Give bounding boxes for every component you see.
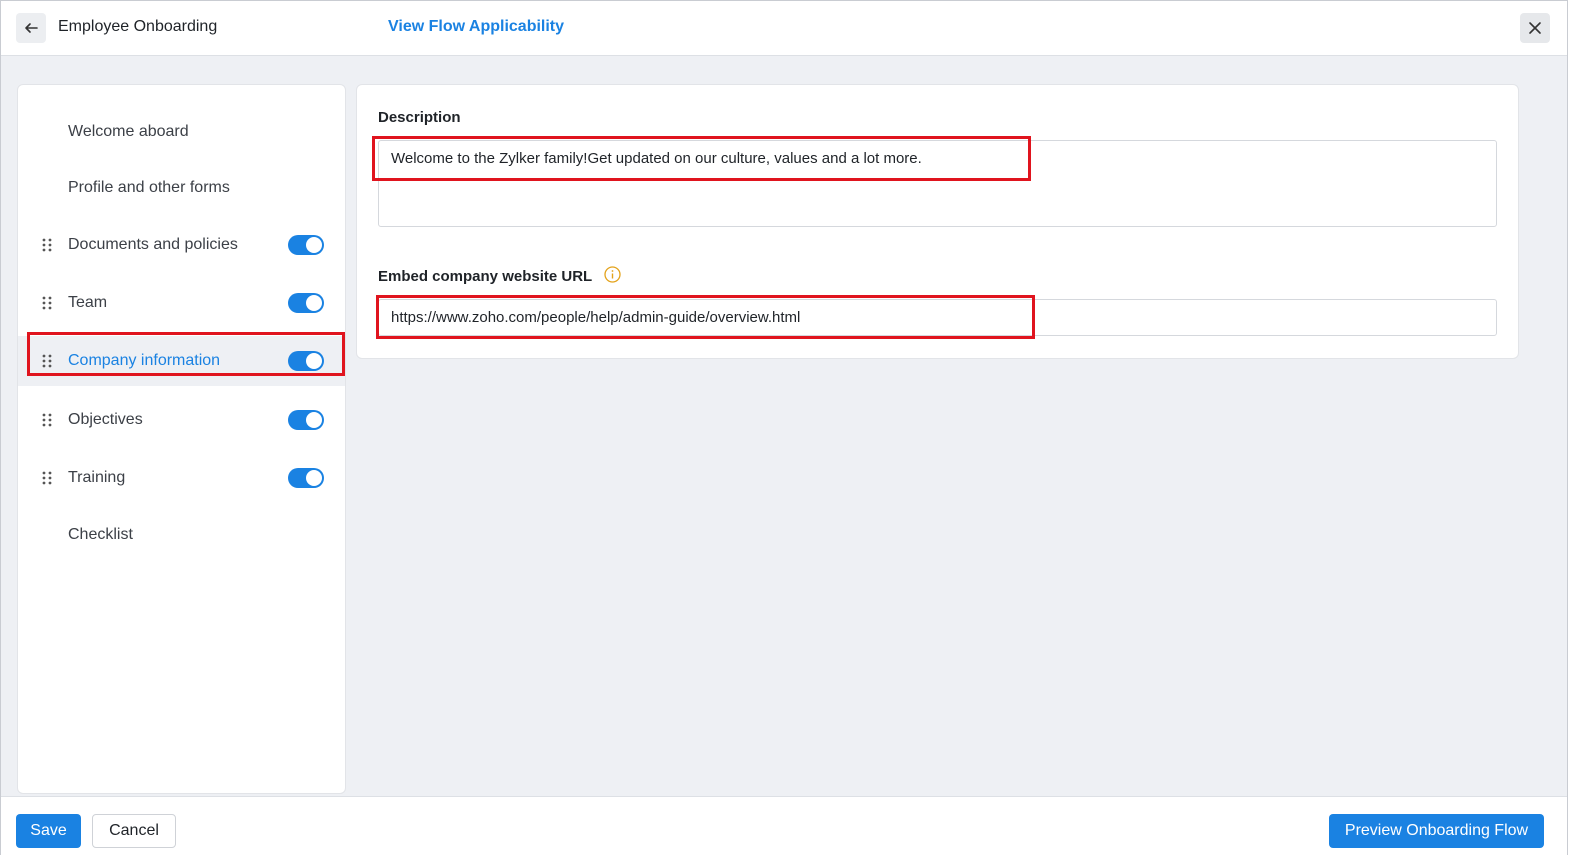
- info-icon[interactable]: [604, 266, 621, 283]
- sidebar-item-company-information[interactable]: Company information: [18, 336, 345, 386]
- team-toggle[interactable]: [288, 293, 324, 313]
- sidebar-item-label: Profile and other forms: [68, 179, 230, 196]
- drag-handle-icon[interactable]: [42, 471, 52, 485]
- save-button[interactable]: Save: [16, 814, 81, 848]
- top-bar: Employee Onboarding View Flow Applicabil…: [1, 1, 1567, 56]
- preview-onboarding-flow-button[interactable]: Preview Onboarding Flow: [1329, 814, 1544, 848]
- sidebar-item-label: Objectives: [68, 411, 143, 428]
- back-button[interactable]: [16, 13, 46, 43]
- company-information-form: Description Welcome to the Zylker family…: [356, 84, 1519, 359]
- url-label: Embed company website URL: [378, 268, 593, 285]
- sidebar-item-checklist[interactable]: Checklist: [18, 510, 345, 560]
- drag-handle-icon[interactable]: [42, 238, 52, 252]
- company-information-toggle[interactable]: [288, 351, 324, 371]
- footer-bar: Save Cancel Preview Onboarding Flow: [1, 796, 1567, 855]
- description-textarea[interactable]: Welcome to the Zylker family!Get updated…: [378, 140, 1497, 227]
- view-flow-applicability-link[interactable]: View Flow Applicability: [388, 18, 564, 36]
- company-website-url-input[interactable]: [378, 299, 1497, 336]
- description-label: Description: [378, 109, 461, 126]
- close-button[interactable]: [1520, 13, 1550, 43]
- sidebar-item-label: Documents and policies: [68, 236, 238, 253]
- sidebar-item-training[interactable]: Training: [18, 453, 345, 503]
- sidebar-item-label: Team: [68, 294, 108, 311]
- page-title: Employee Onboarding: [58, 18, 218, 35]
- sidebar-item-documents-policies[interactable]: Documents and policies: [18, 220, 345, 270]
- sidebar-item-objectives[interactable]: Objectives: [18, 395, 345, 445]
- drag-handle-icon[interactable]: [42, 354, 52, 368]
- sidebar-item-label: Checklist: [68, 526, 133, 543]
- arrow-left-icon: [25, 23, 38, 33]
- objectives-toggle[interactable]: [288, 410, 324, 430]
- app-window: Employee Onboarding View Flow Applicabil…: [0, 0, 1568, 855]
- sidebar-item-label: Welcome aboard: [68, 123, 189, 140]
- sidebar-item-profile-forms[interactable]: Profile and other forms: [18, 163, 345, 213]
- sidebar-item-label: Training: [68, 469, 126, 486]
- sidebar-item-welcome-aboard[interactable]: Welcome aboard: [18, 107, 345, 157]
- drag-handle-icon[interactable]: [42, 296, 52, 310]
- training-toggle[interactable]: [288, 468, 324, 488]
- drag-handle-icon[interactable]: [42, 413, 52, 427]
- sections-sidebar: Welcome aboard Profile and other forms D…: [17, 84, 346, 794]
- documents-policies-toggle[interactable]: [288, 235, 324, 255]
- close-icon: [1529, 22, 1541, 34]
- sidebar-item-team[interactable]: Team: [18, 278, 345, 328]
- cancel-button[interactable]: Cancel: [92, 814, 176, 848]
- sidebar-item-label: Company information: [68, 352, 221, 369]
